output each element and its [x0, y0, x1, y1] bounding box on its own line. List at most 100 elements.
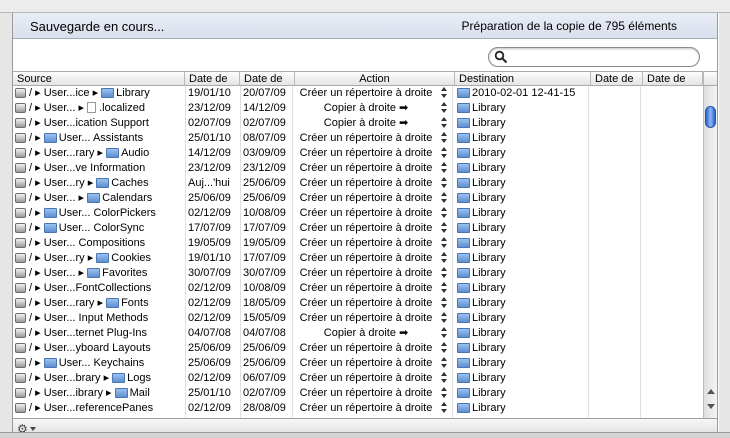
action-stepper[interactable] — [441, 401, 451, 416]
action-stepper[interactable] — [441, 101, 451, 116]
scroll-thumb[interactable] — [705, 106, 716, 128]
source-cell: / ▸ User... Assistants — [13, 131, 185, 146]
table-row[interactable]: / ▸ User...brary ▸ Logs 02/12/09 06/07/09 C… — [13, 371, 703, 386]
action-stepper[interactable] — [441, 266, 451, 281]
up-down-arrows-icon[interactable] — [441, 251, 448, 264]
action-cell: Créer un répertoire à droite — [299, 342, 433, 354]
up-down-arrows-icon[interactable] — [441, 176, 448, 189]
col-date4[interactable]: Date de — [643, 72, 703, 86]
disk-icon — [15, 388, 26, 398]
table-row[interactable]: / ▸ User...ibrary ▸ Mail 25/01/10 02/07/09… — [13, 386, 703, 401]
table-row[interactable]: / ▸ User... Keychains 25/06/09 25/06/09 Cré… — [13, 356, 703, 371]
action-stepper[interactable] — [441, 161, 451, 176]
source-path: / ▸ User...rary ▸ — [29, 297, 107, 309]
up-down-arrows-icon[interactable] — [441, 296, 448, 309]
col-date1[interactable]: Date de — [185, 72, 240, 86]
col-source[interactable]: Source — [13, 72, 185, 86]
action-stepper[interactable] — [441, 146, 451, 161]
up-down-arrows-icon[interactable] — [441, 221, 448, 234]
up-down-arrows-icon[interactable] — [441, 311, 448, 324]
action-stepper[interactable] — [441, 341, 451, 356]
source-name: Library — [116, 87, 150, 99]
progress-text: Préparation de la copie de 795 éléments — [461, 19, 677, 33]
up-down-arrows-icon[interactable] — [441, 116, 448, 129]
action-stepper[interactable] — [441, 206, 451, 221]
action-stepper[interactable] — [441, 311, 451, 326]
up-down-arrows-icon[interactable] — [441, 146, 448, 159]
table-row[interactable]: / ▸ User... ▸ Favorites 30/07/09 30/07/09 C… — [13, 266, 703, 281]
table-row[interactable]: / ▸ User... Input Methods 02/12/09 15/05/0… — [13, 311, 703, 326]
action-stepper[interactable] — [441, 176, 451, 191]
table-row[interactable]: / ▸ User...ternet Plug-Ins 04/07/08 04/07/… — [13, 326, 703, 341]
source-name: User... Compositions — [43, 237, 146, 249]
table-row[interactable]: / ▸ User... ▸ Calendars 25/06/09 25/06/09 C… — [13, 191, 703, 206]
source-date-cell: 19/01/10 — [188, 252, 231, 264]
scroll-header-cap — [703, 71, 717, 86]
action-stepper[interactable] — [441, 281, 451, 296]
folder-icon — [457, 343, 470, 353]
table-row[interactable]: / ▸ User...FontCollections 02/12/09 10/08/… — [13, 281, 703, 296]
action-stepper[interactable] — [441, 221, 451, 236]
table-row[interactable]: / ▸ User... ▸ .localized 23/12/09 14/12/09… — [13, 101, 703, 116]
scroll-down-arrow-icon[interactable] — [707, 404, 715, 409]
up-down-arrows-icon[interactable] — [441, 266, 448, 279]
up-down-arrows-icon[interactable] — [441, 386, 448, 399]
table-row[interactable]: / ▸ User...ve Information 23/12/09 23/12/0… — [13, 161, 703, 176]
table-row[interactable]: / ▸ User...ication Support 02/07/09 02/07/… — [13, 116, 703, 131]
table-row[interactable]: / ▸ User...ry ▸ Caches Auj...'hui 25/06/09… — [13, 176, 703, 191]
up-down-arrows-icon[interactable] — [441, 401, 448, 414]
table-row[interactable]: / ▸ User...ry ▸ Cookies 19/01/10 17/07/09 C… — [13, 251, 703, 266]
action-stepper[interactable] — [441, 191, 451, 206]
action-stepper[interactable] — [441, 131, 451, 146]
up-down-arrows-icon[interactable] — [441, 191, 448, 204]
up-down-arrows-icon[interactable] — [441, 356, 448, 369]
up-down-arrows-icon[interactable] — [441, 206, 448, 219]
up-down-arrows-icon[interactable] — [441, 326, 448, 339]
destination-cell: Library — [457, 401, 601, 416]
up-down-arrows-icon[interactable] — [441, 236, 448, 249]
table-row[interactable]: / ▸ User...yboard Layouts 25/06/09 25/06/0… — [13, 341, 703, 356]
up-down-arrows-icon[interactable] — [441, 101, 448, 114]
action-stepper[interactable] — [441, 386, 451, 401]
table-row[interactable]: / ▸ User...rary ▸ Fonts 02/12/09 18/05/09 C… — [13, 296, 703, 311]
source-cell: / ▸ User...yboard Layouts — [13, 341, 185, 356]
col-date2[interactable]: Date de — [240, 72, 295, 86]
up-down-arrows-icon[interactable] — [441, 371, 448, 384]
disk-icon — [15, 298, 26, 308]
col-action[interactable]: Action — [295, 72, 455, 86]
action-stepper[interactable] — [441, 356, 451, 371]
action-cell: Créer un répertoire à droite — [299, 207, 433, 219]
up-down-arrows-icon[interactable] — [441, 161, 448, 174]
table-row[interactable]: / ▸ User...referencePanes 02/12/09 28/08/0… — [13, 401, 703, 416]
table-row[interactable]: / ▸ User... ColorPickers 02/12/09 10/08/09… — [13, 206, 703, 221]
vertical-scrollbar[interactable] — [703, 86, 717, 418]
source-date-cell: 23/12/09 — [188, 102, 231, 114]
search-field[interactable] — [488, 47, 700, 67]
up-down-arrows-icon[interactable] — [441, 86, 448, 99]
action-stepper[interactable] — [441, 326, 451, 341]
search-icon — [494, 50, 508, 64]
up-down-arrows-icon[interactable] — [441, 341, 448, 354]
chevron-down-icon[interactable] — [30, 427, 36, 431]
action-stepper[interactable] — [441, 236, 451, 251]
up-down-arrows-icon[interactable] — [441, 281, 448, 294]
table-row[interactable]: / ▸ User...rary ▸ Audio 14/12/09 03/09/09 C… — [13, 146, 703, 161]
folder-icon — [457, 103, 470, 113]
col-destination[interactable]: Destination — [455, 72, 591, 86]
table-row[interactable]: / ▸ User... Compositions 19/05/09 19/05/09… — [13, 236, 703, 251]
table-row[interactable]: / ▸ User...ice ▸ Library 19/01/10 20/07/09… — [13, 86, 703, 101]
scroll-up-arrow-icon[interactable] — [707, 389, 715, 394]
action-stepper[interactable] — [441, 371, 451, 386]
table-row[interactable]: / ▸ User... ColorSync 17/07/09 17/07/09 Cré… — [13, 221, 703, 236]
folder-icon — [457, 403, 470, 413]
action-stepper[interactable] — [441, 296, 451, 311]
up-down-arrows-icon[interactable] — [441, 131, 448, 144]
folder-icon — [112, 373, 126, 383]
source-path: / ▸ — [29, 282, 44, 294]
col-date3[interactable]: Date de — [591, 72, 643, 86]
action-stepper[interactable] — [441, 86, 451, 101]
action-stepper[interactable] — [441, 116, 451, 131]
destination-cell: Library — [457, 251, 601, 266]
action-stepper[interactable] — [441, 251, 451, 266]
table-row[interactable]: / ▸ User... Assistants 25/01/10 08/07/09 Cr… — [13, 131, 703, 146]
